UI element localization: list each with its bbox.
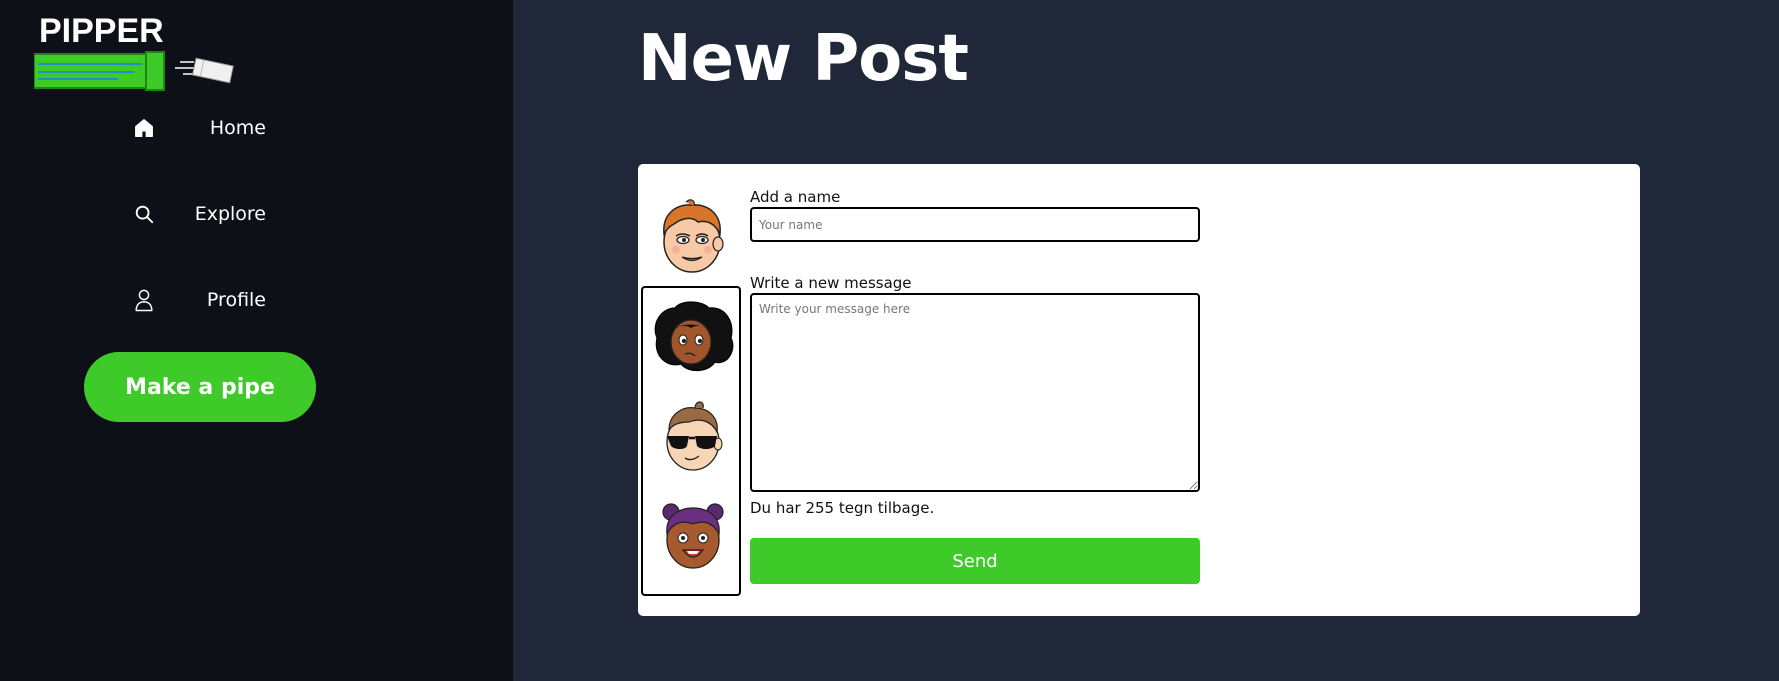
- name-label: Add a name: [750, 188, 841, 206]
- avatar-option-curly-hair[interactable]: [649, 298, 737, 378]
- sidebar-item-label: Home: [209, 117, 266, 139]
- new-post-form: Add a name Write a new message Du har 25…: [638, 164, 1640, 616]
- user-icon: [132, 288, 156, 312]
- avatar-option-purple-hair[interactable]: [649, 494, 737, 574]
- pipper-logo[interactable]: PIPPER: [34, 14, 240, 94]
- send-button[interactable]: Send: [750, 538, 1200, 584]
- home-icon: [132, 116, 156, 140]
- avatar-option-sunglasses[interactable]: [649, 396, 737, 476]
- name-input[interactable]: [750, 207, 1200, 242]
- avatar-purple-hair-icon: [662, 503, 724, 569]
- sidebar-item-profile[interactable]: Profile: [132, 282, 272, 318]
- message-input[interactable]: [750, 293, 1200, 492]
- make-a-pipe-button[interactable]: Make a pipe: [84, 352, 316, 422]
- sidebar-item-home[interactable]: Home: [132, 110, 272, 146]
- avatar-picker: [641, 286, 741, 596]
- pipe-logo-icon: [34, 51, 234, 91]
- message-label: Write a new message: [750, 274, 912, 292]
- sidebar-item-label: Profile: [206, 289, 266, 311]
- selected-avatar[interactable]: [652, 196, 732, 276]
- search-icon: [132, 202, 156, 226]
- page-title: New Post: [638, 22, 969, 96]
- vertical-scrollbar[interactable]: [1766, 0, 1779, 681]
- avatar-black-curly-hair-icon: [654, 301, 734, 372]
- sidebar: PIPPER Home Explore Profile Make a pipe: [0, 0, 513, 681]
- app-root: PIPPER Home Explore Profile Make a pipe …: [0, 0, 1779, 681]
- sidebar-item-explore[interactable]: Explore: [132, 196, 272, 232]
- sidebar-item-label: Explore: [194, 203, 266, 225]
- avatar-sunglasses-icon: [666, 401, 723, 471]
- main-content: New Post Add a name Your name Write a ne…: [513, 0, 1779, 681]
- avatar-red-hair-icon: [663, 199, 724, 273]
- character-count: Du har 255 tegn tilbage.: [750, 499, 935, 517]
